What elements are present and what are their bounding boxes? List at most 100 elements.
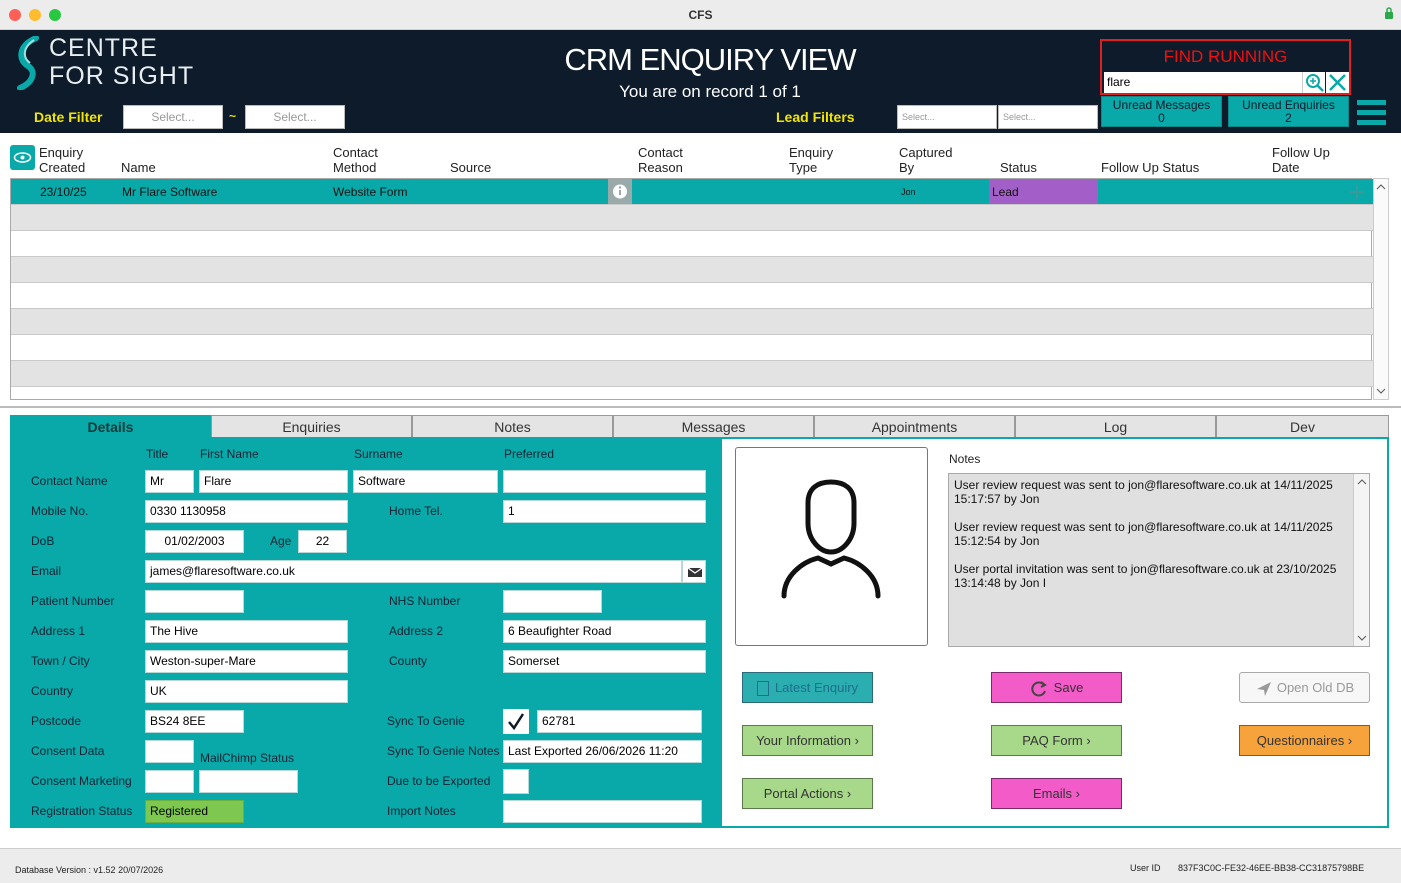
address2-label: Address 2 [389,624,444,638]
notes-textarea[interactable]: User review request was sent to jon@flar… [948,473,1370,647]
date-to-select[interactable]: Select... [245,105,345,129]
col-name[interactable]: Name [121,160,156,175]
table-row [11,283,1373,309]
col-contact-method[interactable]: Contact Method [333,145,378,175]
address1-label: Address 1 [31,624,86,638]
table-row [11,231,1373,257]
tab-enquiries[interactable]: Enquiries [211,415,412,438]
info-icon[interactable] [608,179,632,204]
email-field[interactable]: james@flaresoftware.co.uk [145,560,682,583]
title-field[interactable]: Mr [145,470,194,493]
consent-marketing-field[interactable] [145,770,194,793]
send-email-icon[interactable] [682,560,706,583]
date-from-select[interactable]: Select... [123,105,223,129]
col-captured-by[interactable]: Captured By [899,145,952,175]
logo-swirl-icon [14,35,42,91]
list-scrollbar[interactable] [1373,178,1389,400]
navigation-arrow-icon [1256,681,1271,696]
age-label: Age [270,534,292,548]
tab-details[interactable]: Details [10,415,211,438]
logo-line2: FOR SIGHT [49,62,195,90]
sync-genie-checkbox[interactable] [503,709,529,734]
col-enquiry-type[interactable]: Enquiry Type [789,145,833,175]
window-title: CFS [688,8,713,22]
refresh-icon [1031,680,1047,696]
tab-notes[interactable]: Notes [412,415,613,438]
lead-filter-select-2[interactable]: Select... [998,105,1098,129]
hdr-title: Title [146,447,169,461]
col-status[interactable]: Status [1000,160,1037,175]
patient-number-field[interactable] [145,590,244,613]
save-button[interactable]: Save [991,672,1122,703]
surname-field[interactable]: Software [353,470,498,493]
paq-form-button[interactable]: PAQ Form › [991,725,1122,756]
first-name-field[interactable]: Flare [199,470,348,493]
chevron-right-icon: › [1072,786,1080,801]
unread-enquiries-button[interactable]: Unread Enquiries 2 [1228,96,1349,127]
portal-actions-button[interactable]: Portal Actions › [742,778,873,809]
notes-label: Notes [949,452,981,466]
registration-label: Registration Status [31,804,133,818]
emails-button[interactable]: Emails › [991,778,1122,809]
col-follow-up-date[interactable]: Follow Up Date [1272,145,1330,175]
clear-search-icon[interactable] [1326,72,1349,93]
search-zoom-icon[interactable] [1302,72,1325,93]
county-field[interactable]: Somerset [503,650,706,673]
consent-data-field[interactable] [145,740,194,763]
table-row [11,257,1373,283]
consent-data-label: Consent Data [31,744,105,758]
tab-dev[interactable]: Dev [1216,415,1389,438]
sync-genie-label: Sync To Genie [387,714,465,728]
view-toggle-eye-icon[interactable] [10,145,35,170]
address1-field[interactable]: The Hive [145,620,348,643]
contact-name-label: Contact Name [31,474,108,488]
add-follow-up-icon[interactable] [1348,183,1366,201]
postcode-field[interactable]: BS24 8EE [145,710,244,733]
chevron-right-icon: › [1082,733,1091,748]
address2-field[interactable]: 6 Beaufighter Road [503,620,706,643]
unread-messages-button[interactable]: Unread Messages 0 [1101,96,1222,127]
row-captured-by: Jon [901,187,916,197]
mailchimp-label: MailChimp Status [200,751,295,765]
open-old-db-button[interactable]: Open Old DB [1239,672,1370,703]
tab-messages[interactable]: Messages [613,415,814,438]
hamburger-menu-icon[interactable] [1357,99,1386,126]
col-source[interactable]: Source [450,160,491,175]
county-label: County [389,654,428,668]
import-notes-field[interactable] [503,800,702,823]
nhs-number-field[interactable] [503,590,602,613]
due-export-label: Due to be Exported [387,774,491,788]
patient-number-label: Patient Number [31,594,115,608]
town-field[interactable]: Weston-super-Mare [145,650,348,673]
notes-scrollbar[interactable] [1353,474,1369,646]
sync-genie-id-field[interactable]: 62781 [537,710,702,733]
find-running-label: FIND RUNNING [1163,47,1288,66]
profile-photo[interactable] [735,447,928,646]
mailchimp-status-field[interactable] [199,770,298,793]
dob-label: DoB [31,534,55,548]
due-export-checkbox[interactable] [503,769,529,794]
unread-messages-count: 0 [1158,111,1165,125]
table-row[interactable]: 23/10/25 Mr Flare Software Website Form … [11,179,1373,205]
registration-status-field[interactable]: Registered [145,800,244,823]
latest-enquiry-button[interactable]: Latest Enquiry [742,672,873,703]
col-contact-reason[interactable]: Contact Reason [638,145,683,175]
row-contact-method: Website Form [333,185,408,199]
preferred-field[interactable] [503,470,706,493]
sync-notes-field[interactable]: Last Exported 26/06/2026 11:20 [503,740,702,763]
your-information-button[interactable]: Your Information › [742,725,873,756]
find-search-input[interactable]: flare [1104,72,1302,93]
chevron-right-icon: › [843,786,852,801]
dob-field[interactable]: 01/02/2003 [145,530,244,553]
home-tel-field[interactable]: 1 [503,500,706,523]
row-status: Lead [992,185,1019,199]
tab-appointments[interactable]: Appointments [814,415,1015,438]
col-enquiry-created[interactable]: Enquiry Created [39,145,85,175]
col-follow-up-status[interactable]: Follow Up Status [1101,160,1199,175]
country-field[interactable]: UK [145,680,348,703]
mobile-field[interactable]: 0330 1130958 [145,500,348,523]
lead-filter-select-1[interactable]: Select... [897,105,997,129]
chevron-right-icon: › [850,733,859,748]
tab-log[interactable]: Log [1015,415,1216,438]
questionnaires-button[interactable]: Questionnaires › [1239,725,1370,756]
